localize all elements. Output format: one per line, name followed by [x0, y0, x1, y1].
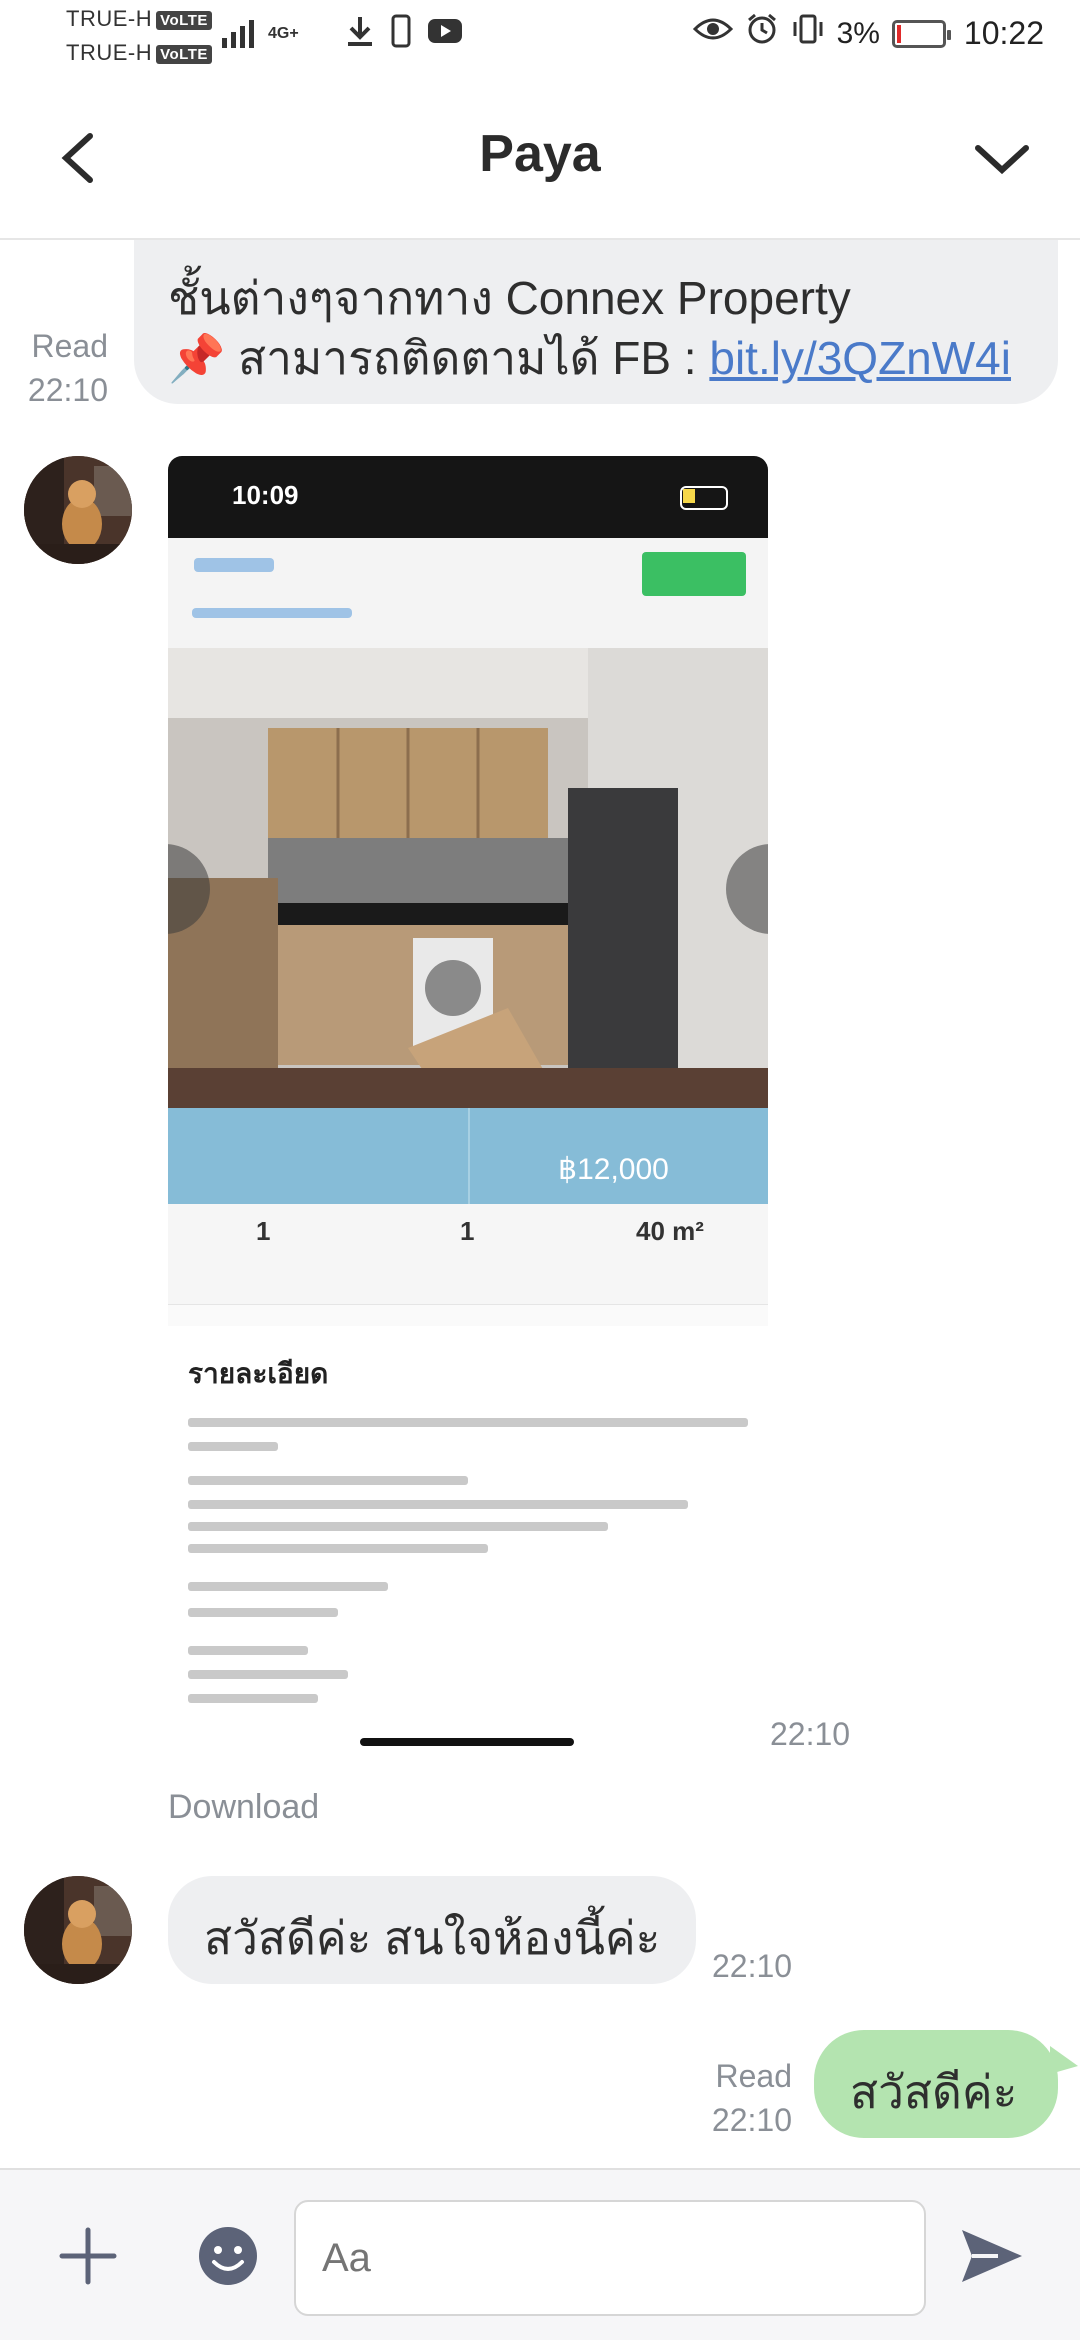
shared-screenshot-image[interactable]: 10:09 ฿12,000 1 1 40 m² รายละเอียด [168, 456, 768, 1756]
download-link[interactable]: Download [168, 1788, 319, 1827]
image-nav-bar [168, 538, 768, 648]
emoji-icon [199, 2227, 257, 2285]
status-icons: 4G+ [268, 14, 463, 53]
message-time: 22:10 [770, 1716, 851, 1752]
battery-icon [891, 19, 951, 48]
status-bar: TRUE-H VoLTE TRUE-H VoLTE 4G+ 3% 10:22 [0, 0, 1080, 78]
fb-link[interactable]: bit.ly/3QZnW4i [709, 332, 1011, 384]
signal-icon [222, 16, 254, 48]
chevron-down-icon [975, 145, 1029, 175]
network-type-label: 4G+ [268, 24, 299, 42]
message-list[interactable]: ชั้นต่างๆจากทาง Connex Property 📌 สามารถ… [0, 240, 1080, 2168]
sticker-button[interactable] [196, 2224, 260, 2288]
clock: 10:22 [963, 15, 1044, 51]
read-receipt: Read 22:10 [711, 2058, 792, 2138]
message-text: สวัสดีค่ะ [850, 2066, 1018, 2118]
message-bubble-received[interactable]: สวัสดีค่ะ สนใจห้องนี้ค่ะ [168, 1876, 696, 1984]
read-receipt: Read 22:10 [27, 328, 108, 408]
image-detail-section: รายละเอียด [168, 1326, 768, 1756]
youtube-icon [427, 17, 463, 50]
carrier-label-2: TRUE-H VoLTE [66, 40, 212, 66]
chat-title: Paya [479, 125, 601, 183]
download-icon [345, 14, 375, 53]
image-price-bar: ฿12,000 [168, 1108, 768, 1204]
message-bubble-sent[interactable]: สวัสดีค่ะ [814, 2030, 1058, 2138]
message-text-line: 📌 สามารถติดตามได้ FB : bit.ly/3QZnW4i [168, 332, 1011, 384]
avatar[interactable] [24, 456, 132, 564]
message-bubble-link[interactable]: ชั้นต่างๆจากทาง Connex Property 📌 สามารถ… [134, 240, 1058, 404]
image-room-stats: 1 1 40 m² [168, 1204, 768, 1305]
message-text: สวัสดีค่ะ สนใจห้องนี้ค่ะ [204, 1912, 661, 1964]
send-button[interactable] [958, 2224, 1026, 2288]
avatar[interactable] [24, 1876, 132, 1984]
image-phone-status: 10:09 [168, 456, 768, 538]
carrier-label-1: TRUE-H VoLTE [66, 6, 212, 32]
room-photo [168, 648, 768, 1108]
phone-icon [391, 14, 411, 53]
message-input[interactable] [294, 2200, 926, 2316]
menu-toggle-button[interactable] [972, 130, 1032, 190]
bubble-tail [1050, 2046, 1078, 2074]
message-time: 22:10 [712, 1948, 793, 1984]
eye-icon [692, 14, 733, 53]
battery-percent: 3% [836, 16, 880, 50]
image-home-indicator [360, 1738, 574, 1746]
chat-header: Paya [0, 78, 1080, 240]
message-composer [0, 2168, 1080, 2340]
alarm-icon [745, 12, 779, 55]
send-icon [962, 2230, 1022, 2282]
vibrate-icon [791, 12, 825, 55]
plus-icon [59, 2227, 117, 2285]
add-attachment-button[interactable] [56, 2224, 120, 2288]
